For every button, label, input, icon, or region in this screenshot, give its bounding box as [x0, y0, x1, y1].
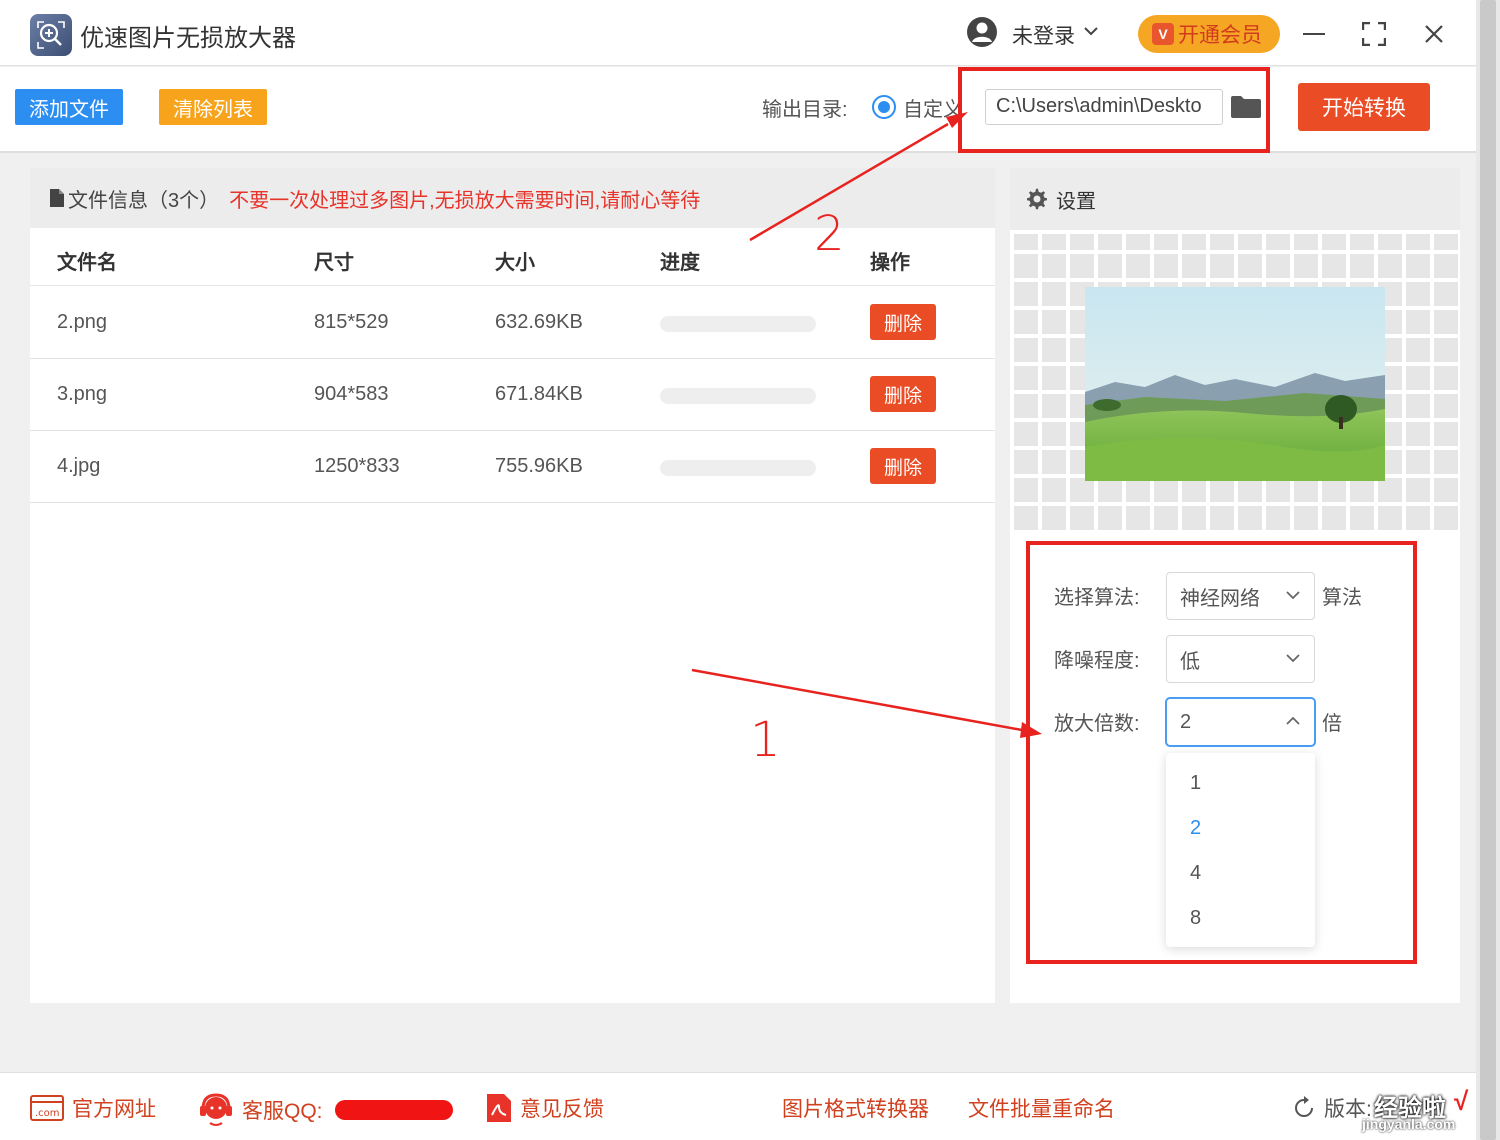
version-info: 版本: — [1292, 1093, 1372, 1123]
annotation-label-1: 1 — [750, 712, 781, 768]
batch-rename-label: 文件批量重命名 — [968, 1098, 1115, 1121]
format-converter-link[interactable]: 图片格式转换器 — [782, 1093, 929, 1123]
scrollbar[interactable] — [1476, 0, 1500, 1140]
scrollbar-thumb[interactable] — [1480, 0, 1496, 1140]
annotation-arrows — [691, 112, 1042, 738]
batch-rename-link[interactable]: 文件批量重命名 — [968, 1093, 1115, 1123]
feedback-link[interactable]: 意见反馈 — [486, 1093, 604, 1123]
support-qq-label: 客服QQ: — [242, 1100, 323, 1123]
official-website-label: 官方网址 — [72, 1098, 156, 1121]
headset-icon — [200, 1093, 232, 1126]
status-bar: .com 官方网址 客服QQ: 意见反馈 图片格式转换器 文件批量重命名 版本: — [0, 1072, 1476, 1140]
watermark-site: jingyanla.com — [1362, 1116, 1456, 1132]
redacted-qq-number — [334, 1100, 453, 1120]
refresh-icon[interactable] — [1292, 1096, 1316, 1120]
format-converter-label: 图片格式转换器 — [782, 1098, 929, 1121]
pdf-icon — [487, 1094, 511, 1122]
feedback-label: 意见反馈 — [520, 1098, 604, 1121]
official-website-link[interactable]: .com 官方网址 — [30, 1093, 156, 1123]
watermark-check-icon: √ — [1454, 1086, 1469, 1116]
website-icon: .com — [30, 1095, 64, 1121]
svg-text:.com: .com — [35, 1108, 60, 1119]
annotation-label-2: 2 — [814, 206, 845, 262]
support-qq[interactable]: 客服QQ: — [198, 1093, 453, 1127]
